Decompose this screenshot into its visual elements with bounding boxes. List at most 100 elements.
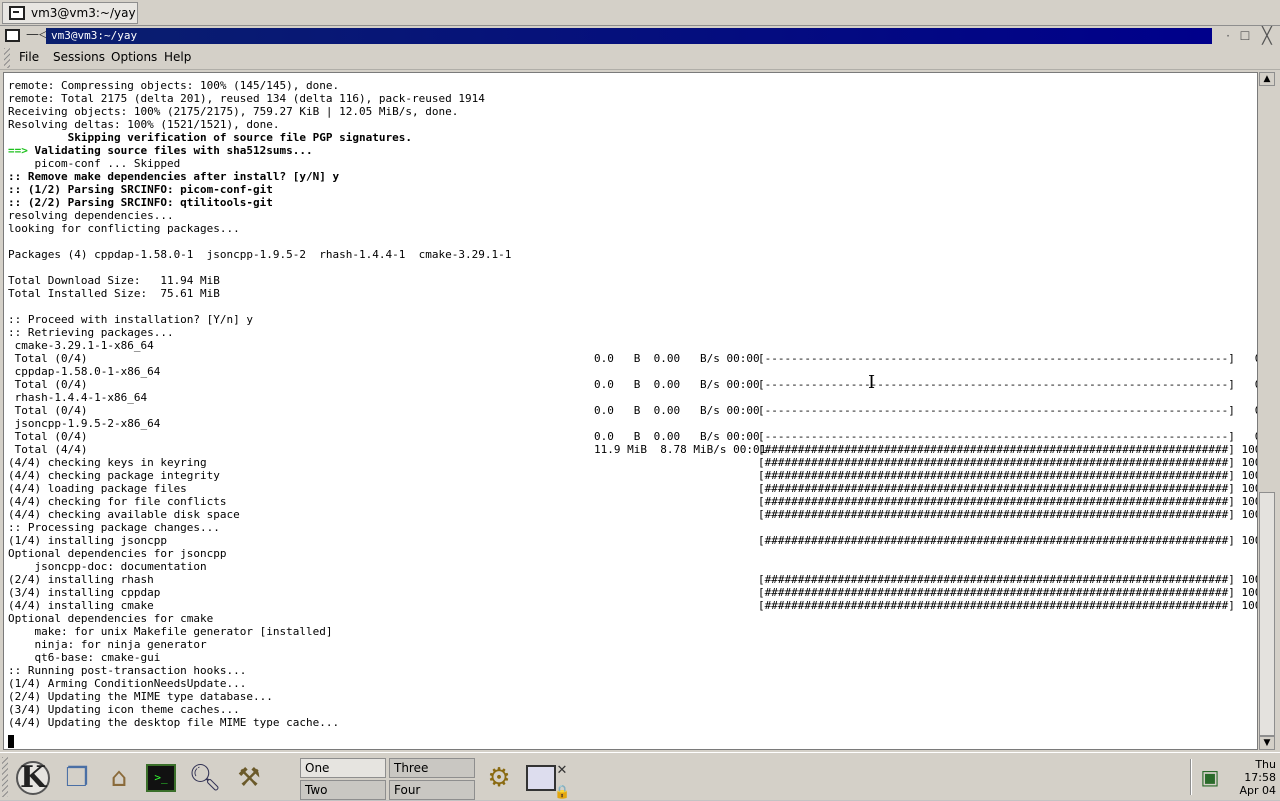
terminal-line: (4/4) Updating the desktop file MIME typ… xyxy=(8,716,511,729)
terminal-line-text: Total (0/4) xyxy=(8,352,88,365)
terminal-line-text: (4/4) loading package files xyxy=(8,482,187,495)
progress-bar: [#######################################… xyxy=(758,586,1258,599)
progress-bar: [#######################################… xyxy=(758,469,1258,482)
terminal-line: (1/4) installing jsoncpp [###############… xyxy=(8,534,1257,547)
kde-panel: K ❐ ⌂ >_ 🔍︎ ⚒ ✕ 🔒 One Two Three Four ⚙ ▣… xyxy=(0,752,1280,800)
window-menu-icon[interactable] xyxy=(5,29,20,42)
find-files-icon[interactable]: 🔍︎ xyxy=(186,759,224,797)
terminal-line: :: Processing package changes... xyxy=(8,521,511,534)
terminal-line-text: (1/4) installing jsoncpp xyxy=(8,534,167,547)
terminal-line: (4/4) checking keys in keyring [#########… xyxy=(8,456,1257,469)
clock[interactable]: Thu 17:58 Apr 04 xyxy=(1226,758,1276,797)
terminal-line-text: Receiving objects: 100% (2175/2175), 759… xyxy=(8,105,459,118)
taskbar-button-terminal[interactable]: vm3@vm3:~/yay xyxy=(2,2,138,24)
system-tray-app-icon[interactable]: ▣ xyxy=(1196,763,1224,791)
scroll-up-arrow-icon[interactable]: ▲ xyxy=(1259,72,1275,86)
close-icon[interactable]: ╳ xyxy=(1259,28,1275,44)
terminal-line-text: Total Installed Size: 75.61 MiB xyxy=(8,287,220,300)
arrow-prefix: ==> xyxy=(8,144,28,157)
terminal-line-text: (4/4) checking available disk space xyxy=(8,508,240,521)
title-bar[interactable]: —◁ vm3@vm3:~/yay · ☐ ╳ xyxy=(0,26,1280,46)
desktop-one-button[interactable]: One xyxy=(300,758,386,778)
terminal-line: (3/4) installing cppdap [################… xyxy=(8,586,1257,599)
menu-bar: File Sessions Options Help xyxy=(0,46,1280,70)
panel-grip-handle[interactable] xyxy=(2,757,8,797)
terminal-line-text: Optional dependencies for cmake xyxy=(8,612,214,625)
konsole-launcher-icon[interactable]: >_ xyxy=(142,759,180,797)
terminal-line: Receiving objects: 100% (2175/2175), 759… xyxy=(8,105,511,118)
terminal-line-text: (1/4) Arming ConditionNeedsUpdate... xyxy=(8,677,247,690)
scrollbar-thumb[interactable] xyxy=(1259,492,1275,736)
terminal-line: cppdap-1.58.0-1-x86_64 xyxy=(8,365,511,378)
window-list-icon[interactable]: ❐ xyxy=(58,759,96,797)
terminal-line-text: (2/4) installing rhash xyxy=(8,573,154,586)
desktop-three-button[interactable]: Three xyxy=(389,758,475,778)
menu-options[interactable]: Options xyxy=(111,50,157,64)
menu-sessions[interactable]: Sessions xyxy=(53,50,105,64)
progress-bar: [#######################################… xyxy=(758,599,1258,612)
progress-bar: [#######################################… xyxy=(758,495,1258,508)
terminal-line-text: (3/4) installing cppdap xyxy=(8,586,161,599)
window-title[interactable]: vm3@vm3:~/yay xyxy=(46,28,1212,44)
tray-separator xyxy=(1190,759,1192,795)
top-taskbar: vm3@vm3:~/yay xyxy=(0,0,1280,26)
menu-file[interactable]: File xyxy=(19,50,39,64)
vertical-scrollbar[interactable]: ▲ ▼ xyxy=(1259,72,1275,750)
desktop-two-button[interactable]: Two xyxy=(300,780,386,800)
terminal-line-text: (4/4) checking keys in keyring xyxy=(8,456,207,469)
menu-help[interactable]: Help xyxy=(164,50,191,64)
terminal-line: picom-conf ... Skipped xyxy=(8,157,511,170)
progress-bar: [#######################################… xyxy=(758,534,1258,547)
terminal-line: cmake-3.29.1-1-x86_64 xyxy=(8,339,511,352)
pager-controls: ✕ 🔒 xyxy=(276,757,570,800)
terminal-line: (4/4) checking package integrity [#######… xyxy=(8,469,1257,482)
terminal-line: looking for conflicting packages... xyxy=(8,222,511,235)
settings-gear-icon[interactable]: ⚙ xyxy=(480,759,518,797)
terminal-line: (2/4) installing rhash [#################… xyxy=(8,573,1257,586)
terminal-line-text: Total (0/4) xyxy=(8,430,88,443)
progress-bar: [---------------------------------------… xyxy=(758,404,1258,417)
terminal-line-text: Total Download Size: 11.94 MiB xyxy=(8,274,220,287)
terminal-line-text: (2/4) Updating the MIME type database... xyxy=(8,690,273,703)
terminal-line: Total (4/4) 11.9 MiB 8.78 MiB/s 00:01 [###… xyxy=(8,443,1257,456)
terminal-line-text: Packages (4) cppdap-1.58.0-1 jsoncpp-1.9… xyxy=(8,248,512,261)
terminal-line-text: Total (0/4) xyxy=(8,404,88,417)
clock-day: Thu xyxy=(1255,758,1276,771)
terminal-line-text: Resolving deltas: 100% (1521/1521), done… xyxy=(8,118,280,131)
terminal-line: Total Download Size: 11.94 MiB xyxy=(8,274,511,287)
home-folder-icon[interactable]: ⌂ xyxy=(100,759,138,797)
terminal-line: Packages (4) cppdap-1.58.0-1 jsoncpp-1.9… xyxy=(8,248,511,261)
terminal-line: Total (0/4) 0.0 B 0.00 B/s 00:00 [--------… xyxy=(8,378,1257,391)
terminal-line: :: Proceed with installation? [Y/n] y xyxy=(8,313,511,326)
terminal-line-text: resolving dependencies... xyxy=(8,209,174,222)
terminal-line: jsoncpp-doc: documentation xyxy=(8,560,511,573)
control-center-icon[interactable]: ⚒ xyxy=(230,759,268,797)
terminal-line: Resolving deltas: 100% (1521/1521), done… xyxy=(8,118,511,131)
terminal-line-text: Validating source files with sha512sums.… xyxy=(27,144,313,157)
terminal-line-text: cmake-3.29.1-1-x86_64 xyxy=(8,339,154,352)
terminal-line-text: Skipping verification of source file PGP… xyxy=(8,131,412,144)
progress-bar: [#######################################… xyxy=(758,443,1258,456)
k-menu-icon[interactable]: K xyxy=(14,759,52,797)
terminal-line: Total (0/4) 0.0 B 0.00 B/s 00:00 [--------… xyxy=(8,430,1257,443)
terminal-line-text: Optional dependencies for jsoncpp xyxy=(8,547,227,560)
terminal-output[interactable]: remote: Compressing objects: 100% (145/1… xyxy=(3,72,1258,750)
konsole-glyph: >_ xyxy=(146,764,176,792)
terminal-line: :: Running post-transaction hooks... xyxy=(8,664,511,677)
scroll-down-arrow-icon[interactable]: ▼ xyxy=(1259,736,1275,750)
terminal-line-text: looking for conflicting packages... xyxy=(8,222,240,235)
minimize-icon[interactable]: · xyxy=(1220,28,1236,44)
terminal-line: :: (1/2) Parsing SRCINFO: picom-conf-git xyxy=(8,183,511,196)
terminal-line: ninja: for ninja generator xyxy=(8,638,511,651)
terminal-line-text: :: Retrieving packages... xyxy=(8,326,174,339)
terminal-line: (4/4) checking available disk space [####… xyxy=(8,508,1257,521)
toolbar-grip-handle[interactable] xyxy=(4,48,10,68)
terminal-screen-icon[interactable] xyxy=(522,759,560,797)
maximize-icon[interactable]: ☐ xyxy=(1237,28,1253,44)
mouse-ibeam-cursor-icon: I xyxy=(868,372,876,393)
terminal-line-text: remote: Total 2175 (delta 201), reused 1… xyxy=(8,92,485,105)
desktop-four-button[interactable]: Four xyxy=(389,780,475,800)
terminal-line: (3/4) Updating icon theme caches... xyxy=(8,703,511,716)
terminal-line: Total (0/4) 0.0 B 0.00 B/s 00:00 [--------… xyxy=(8,352,1257,365)
progress-bar: [#######################################… xyxy=(758,482,1258,495)
